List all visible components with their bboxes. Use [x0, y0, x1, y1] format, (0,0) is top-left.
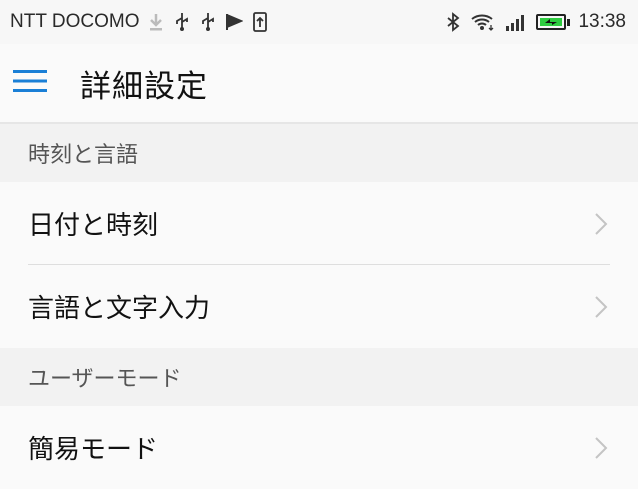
flag-icon — [225, 11, 244, 33]
clock: 13:38 — [578, 11, 626, 32]
chevron-right-icon — [595, 436, 608, 459]
chevron-right-icon — [595, 212, 608, 235]
menu-button[interactable] — [0, 43, 80, 123]
toolbar: 詳細設定 — [0, 44, 638, 124]
status-bar: NTT DOCOMO 13:38 — [0, 0, 638, 44]
section-header-user-mode: ユーザーモード — [0, 348, 638, 406]
upload-icon — [251, 11, 269, 33]
list-item-language-input[interactable]: 言語と文字入力 — [0, 265, 638, 348]
wifi-icon — [470, 11, 496, 33]
carrier-name: NTT DOCOMO — [10, 11, 140, 32]
usb-icon — [199, 11, 217, 33]
hamburger-menu-icon — [13, 69, 47, 97]
list-item-label: 簡易モード — [28, 435, 159, 465]
page-title: 詳細設定 — [80, 68, 208, 105]
battery-charging-icon — [536, 14, 571, 30]
list-item-label: 言語と文字入力 — [28, 294, 211, 324]
download-icon — [147, 11, 165, 33]
signal-icon — [504, 11, 528, 33]
status-bar-left: NTT DOCOMO — [10, 11, 269, 33]
usb-icon — [173, 11, 191, 33]
section-header-time-language: 時刻と言語 — [0, 124, 638, 182]
list-item-label: 日付と時刻 — [28, 211, 159, 241]
bluetooth-icon — [444, 11, 462, 33]
status-bar-right: 13:38 — [444, 11, 626, 33]
list-item-date-time[interactable]: 日付と時刻 — [0, 182, 638, 265]
chevron-right-icon — [595, 295, 608, 318]
list-item-simple-mode[interactable]: 簡易モード — [0, 406, 638, 489]
